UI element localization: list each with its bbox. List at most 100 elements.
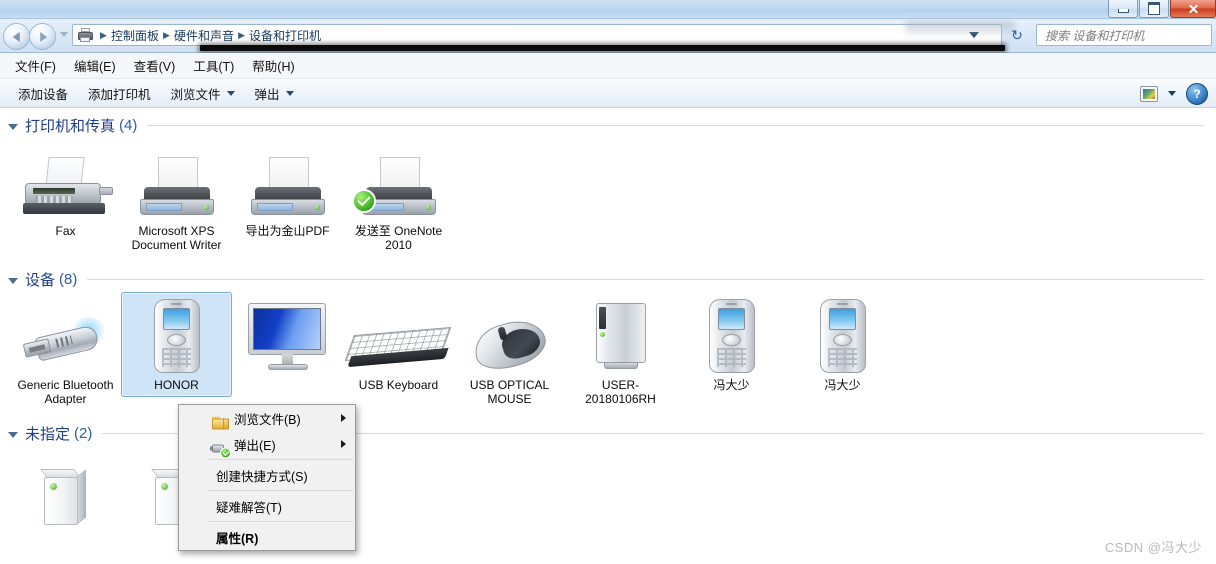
list-item[interactable]: [232, 292, 343, 383]
watermark: CSDN @冯大少: [1104, 540, 1202, 555]
group-count: (4): [119, 117, 138, 134]
collapse-triangle-icon[interactable]: [8, 431, 18, 438]
forward-button[interactable]: [29, 23, 56, 50]
group-rule: [87, 279, 1204, 280]
list-item[interactable]: [10, 446, 121, 537]
group-rule: [147, 125, 1204, 126]
icon-wrap: [568, 299, 673, 373]
phone-icon: [708, 299, 755, 373]
collapse-triangle-icon[interactable]: [8, 277, 18, 284]
list-item[interactable]: Fax: [10, 138, 121, 243]
icon-wrap: [235, 299, 340, 373]
context-menu-separator: [207, 490, 353, 491]
icon-wrap: [679, 299, 784, 373]
monitor-icon: [246, 303, 330, 373]
item-label: 冯大少: [713, 378, 750, 392]
list-item[interactable]: USER-20180106RH: [565, 292, 676, 411]
help-button[interactable]: ?: [1186, 82, 1208, 105]
breadcrumb-separator-icon: ▶: [100, 29, 107, 40]
context-menu-item-eject[interactable]: 弹出(E): [179, 431, 355, 458]
eject-button[interactable]: 弹出: [245, 80, 304, 107]
group-header-printers[interactable]: 打印机和传真 (4): [0, 109, 1216, 138]
context-menu-item-troubleshoot[interactable]: 疑难解答(T): [179, 493, 355, 519]
toolbar: 添加设备 添加打印机 浏览文件 弹出 ?: [0, 79, 1216, 108]
icon-wrap: [13, 453, 118, 527]
default-printer-check-icon: [352, 189, 376, 213]
context-menu-item-label: 浏览文件(B): [234, 412, 301, 427]
item-label: USER-20180106RH: [585, 378, 656, 406]
phone-icon: [153, 299, 200, 373]
group-title: 打印机和传真: [25, 118, 116, 135]
forward-arrow-icon: [39, 31, 47, 42]
back-arrow-icon: [12, 31, 20, 42]
add-printer-button[interactable]: 添加打印机: [78, 80, 161, 107]
menu-file[interactable]: 文件(F): [6, 53, 65, 78]
bluetooth-dongle-icon: [22, 313, 110, 373]
menu-view[interactable]: 查看(V): [125, 53, 185, 78]
context-menu-item-label: 属性(R): [216, 531, 259, 546]
title-bar: [0, 0, 1216, 19]
group-devices: 设备 (8) Generic Bluetooth Adapter HONOR U…: [0, 263, 1216, 411]
icon-wrap: [235, 145, 340, 219]
window-controls: [1107, 0, 1216, 18]
search-input[interactable]: 搜索 设备和打印机: [1036, 24, 1212, 46]
list-item[interactable]: 冯大少: [787, 292, 898, 397]
menu-tools[interactable]: 工具(T): [184, 53, 243, 78]
submenu-arrow-icon: [341, 440, 346, 448]
chevron-down-icon: [226, 90, 235, 96]
list-item[interactable]: USB OPTICAL MOUSE: [454, 292, 565, 411]
toolbar-right-group: ?: [1140, 79, 1208, 108]
context-menu-item-create-shortcut[interactable]: 创建快捷方式(S): [179, 462, 355, 488]
blurred-overlay: [905, 21, 1015, 35]
context-menu-item-browse-files[interactable]: 浏览文件(B): [179, 405, 355, 431]
eject-icon: [210, 440, 231, 458]
item-label: 发送至 OneNote 2010: [354, 224, 443, 252]
list-item[interactable]: 冯大少: [676, 292, 787, 397]
breadcrumb-hardware-and-sound[interactable]: 硬件和声音: [173, 27, 235, 44]
breadcrumb-control-panel[interactable]: 控制面板: [110, 27, 160, 44]
printer-icon: [247, 157, 329, 219]
menu-edit[interactable]: 编辑(E): [65, 53, 125, 78]
menu-help[interactable]: 帮助(H): [243, 53, 303, 78]
list-item[interactable]: 导出为金山PDF: [232, 138, 343, 243]
breadcrumb-devices-and-printers[interactable]: 设备和打印机: [248, 27, 322, 44]
icon-wrap: [346, 145, 451, 219]
item-label: Fax: [55, 224, 76, 238]
icon-wrap: [13, 145, 118, 219]
submenu-arrow-icon: [341, 414, 346, 422]
add-device-label: 添加设备: [18, 87, 69, 102]
add-device-button[interactable]: 添加设备: [8, 80, 78, 107]
context-menu-item-label: 疑难解答(T): [216, 500, 282, 515]
list-item[interactable]: Generic Bluetooth Adapter: [10, 292, 121, 411]
search-placeholder: 搜索 设备和打印机: [1045, 28, 1145, 43]
address-bar[interactable]: ▶ 控制面板 ▶ 硬件和声音 ▶ 设备和打印机: [72, 24, 1002, 46]
phone-icon: [819, 299, 866, 373]
breadcrumb-separator-icon: ▶: [238, 29, 245, 40]
computer-tower-icon: [590, 301, 652, 373]
item-label: 冯大少: [824, 378, 861, 392]
item-label: Microsoft XPS Document Writer: [131, 224, 222, 252]
list-item[interactable]: 发送至 OneNote 2010: [343, 138, 454, 257]
collapse-triangle-icon[interactable]: [8, 123, 18, 130]
browse-files-button[interactable]: 浏览文件: [161, 80, 245, 107]
back-button[interactable]: [3, 23, 30, 50]
menu-bar: 文件(F) 编辑(E) 查看(V) 工具(T) 帮助(H): [0, 53, 1216, 79]
icon-wrap: [124, 299, 229, 373]
maximize-button[interactable]: [1139, 0, 1169, 18]
list-item[interactable]: Microsoft XPS Document Writer: [121, 138, 232, 257]
list-item-honor[interactable]: HONOR: [121, 292, 232, 397]
icon-wrap: [344, 299, 451, 373]
item-label: HONOR: [154, 378, 199, 392]
group-header-devices[interactable]: 设备 (8): [0, 263, 1216, 292]
close-button[interactable]: [1170, 0, 1216, 18]
change-view-icon[interactable]: [1140, 85, 1158, 102]
recent-locations-icon[interactable]: [60, 32, 68, 37]
item-label: Generic Bluetooth Adapter: [17, 378, 114, 406]
minimize-button[interactable]: [1108, 0, 1138, 18]
group-count: (2): [74, 425, 93, 442]
refresh-button[interactable]: ↻: [1006, 24, 1028, 46]
chevron-down-icon[interactable]: [1168, 91, 1176, 96]
context-menu-item-properties[interactable]: 属性(R): [179, 524, 355, 550]
list-item[interactable]: USB Keyboard: [343, 292, 454, 397]
icon-wrap: [13, 299, 118, 373]
